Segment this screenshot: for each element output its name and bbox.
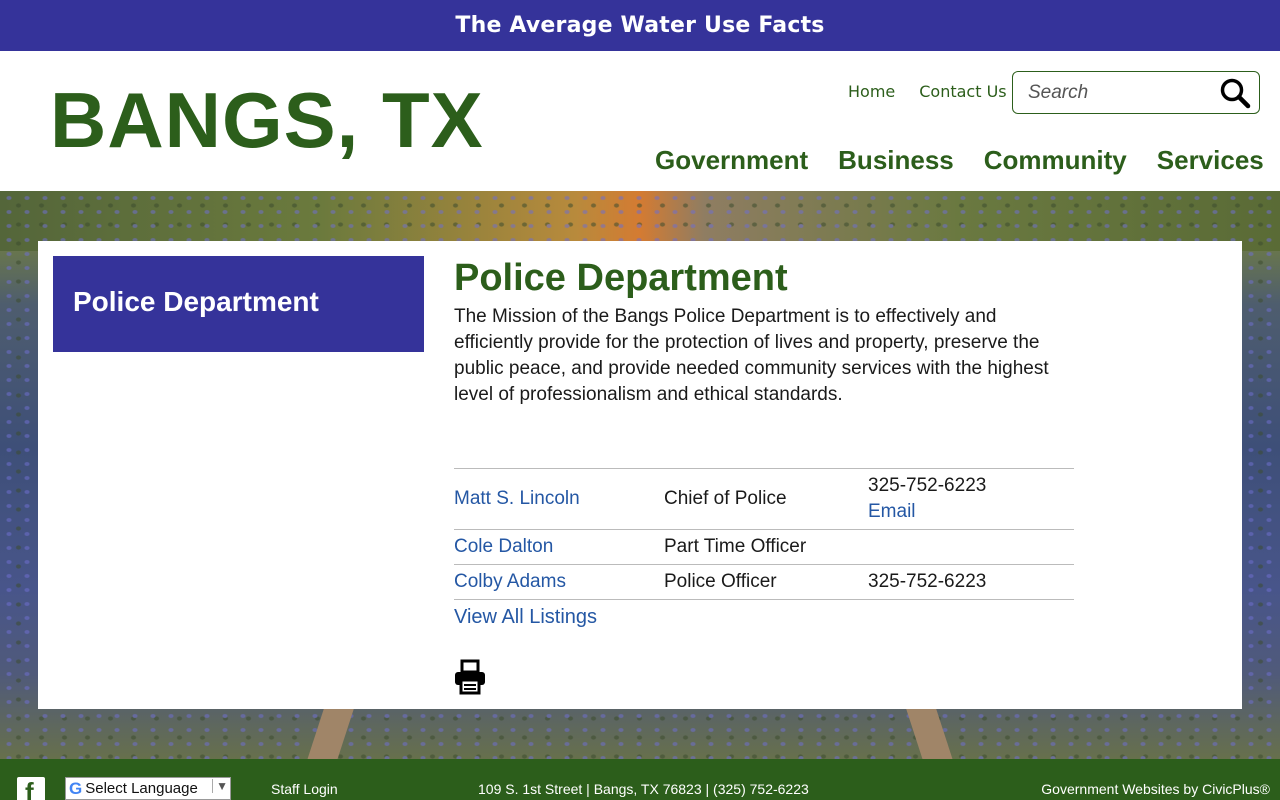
alert-bar: The Average Water Use Facts [0, 0, 1280, 51]
language-selector[interactable]: G Select Language ▼ [65, 777, 231, 800]
staff-title: Part Time Officer [664, 536, 807, 557]
google-icon: G [69, 778, 83, 798]
language-label: Select Language [85, 780, 198, 797]
staff-phone: 325-752-6223 [868, 475, 987, 496]
footer-address: 109 S. 1st Street | Bangs, TX 76823 | (3… [478, 781, 809, 797]
staff-title: Chief of Police [664, 488, 787, 509]
sidebar-title-box: Police Department [53, 256, 424, 352]
site-title[interactable]: BANGS, TX [50, 75, 484, 166]
search-icon[interactable] [1219, 77, 1251, 109]
staff-phone [868, 530, 1074, 565]
dropdown-arrow-icon: ▼ [212, 779, 228, 793]
staff-directory-table: Matt S. Lincoln Chief of Police 325-752-… [454, 468, 1074, 600]
home-link[interactable]: Home [848, 82, 895, 101]
view-all-listings-link[interactable]: View All Listings [454, 606, 597, 629]
content-card: Police Department Police Department The … [38, 241, 1242, 709]
staff-name-link[interactable]: Cole Dalton [454, 536, 553, 557]
nav-community[interactable]: Community [984, 145, 1127, 176]
printer-icon[interactable] [453, 659, 487, 695]
staff-login-link[interactable]: Staff Login [271, 781, 338, 797]
page-title: Police Department [454, 257, 788, 299]
nav-services[interactable]: Services [1157, 145, 1264, 176]
search-input[interactable] [1028, 81, 1208, 104]
table-row: Colby Adams Police Officer 325-752-6223 [454, 564, 1074, 600]
table-row: Matt S. Lincoln Chief of Police 325-752-… [454, 468, 1074, 530]
table-row: Cole Dalton Part Time Officer [454, 529, 1074, 565]
utility-nav: Home Contact Us [848, 82, 1007, 101]
site-header: BANGS, TX Home Contact Us Government Bus… [0, 51, 1280, 191]
staff-name-link[interactable]: Matt S. Lincoln [454, 488, 580, 509]
contact-us-link[interactable]: Contact Us [919, 82, 1006, 101]
staff-name-link[interactable]: Colby Adams [454, 571, 566, 592]
nav-government[interactable]: Government [655, 145, 808, 176]
facebook-icon[interactable]: f [17, 777, 45, 800]
civicplus-credit-link[interactable]: Government Websites by CivicPlus® [1041, 781, 1270, 797]
alert-link[interactable]: The Average Water Use Facts [455, 13, 824, 38]
staff-phone: 325-752-6223 [868, 571, 987, 592]
main-nav: Government Business Community Services [655, 145, 1264, 176]
staff-title: Police Officer [664, 571, 777, 592]
staff-email-link[interactable]: Email [868, 501, 916, 522]
sidebar-title[interactable]: Police Department [73, 286, 404, 318]
site-footer: f G Select Language ▼ Staff Login 109 S.… [0, 759, 1280, 800]
mission-statement: The Mission of the Bangs Police Departme… [454, 306, 1049, 405]
nav-business[interactable]: Business [838, 145, 954, 176]
search-box [1012, 71, 1260, 114]
